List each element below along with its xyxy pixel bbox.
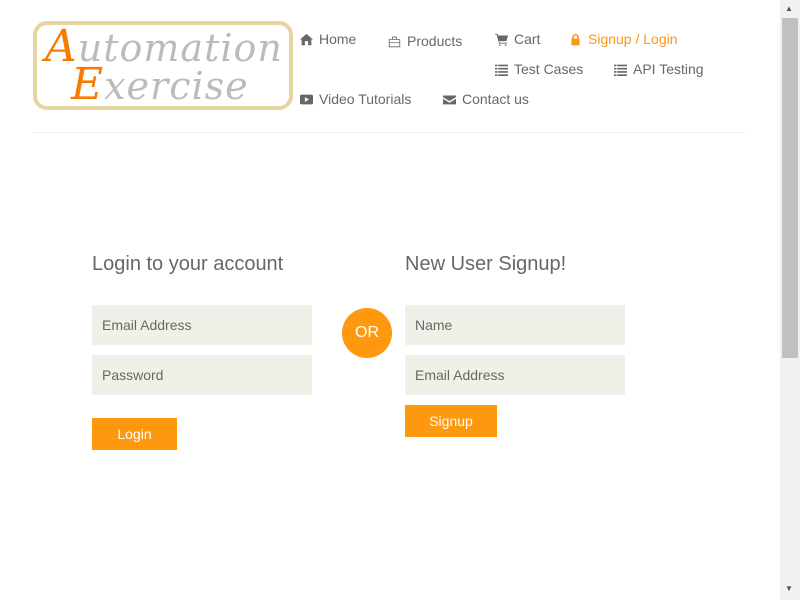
- list-icon: [495, 64, 508, 76]
- lock-icon: [571, 33, 580, 45]
- nav-label: Video Tutorials: [319, 91, 412, 107]
- nav-label: Test Cases: [514, 61, 584, 77]
- logo-text: xercise: [104, 64, 249, 108]
- list-icon: [614, 64, 627, 76]
- briefcase-icon: [388, 36, 401, 47]
- nav-cart[interactable]: Cart: [495, 31, 540, 47]
- signup-name-input[interactable]: [405, 305, 625, 345]
- header-divider: [32, 132, 748, 133]
- nav-api-testing[interactable]: API Testing: [614, 61, 704, 77]
- nav-label: API Testing: [633, 61, 704, 77]
- envelope-icon: [443, 94, 456, 104]
- nav-label: Cart: [514, 31, 541, 47]
- signup-email-input[interactable]: [405, 355, 625, 395]
- login-password-input[interactable]: [92, 355, 312, 395]
- cart-icon: [495, 33, 508, 46]
- login-title: Login to your account: [92, 253, 284, 275]
- nav-label: Products: [407, 33, 463, 49]
- nav-contact-us[interactable]: Contact us: [443, 91, 529, 107]
- nav-label: Contact us: [462, 91, 529, 107]
- youtube-icon: [300, 94, 313, 104]
- or-badge: OR: [342, 308, 392, 358]
- nav-video-tutorials[interactable]: Video Tutorials: [300, 91, 411, 107]
- login-email-input[interactable]: [92, 305, 312, 345]
- signup-button[interactable]: Signup: [405, 405, 497, 437]
- nav-signup-login[interactable]: Signup / Login: [569, 31, 678, 47]
- nav-test-cases[interactable]: Test Cases: [495, 61, 583, 77]
- login-button[interactable]: Login: [92, 418, 177, 450]
- scrollbar[interactable]: ▲ ▼: [780, 0, 800, 600]
- scroll-down-icon[interactable]: ▼: [785, 584, 793, 593]
- nav-products[interactable]: Products: [388, 33, 462, 49]
- signup-title: New User Signup!: [405, 253, 567, 275]
- scrollbar-thumb[interactable]: [782, 18, 798, 358]
- nav-home[interactable]: Home: [300, 31, 356, 47]
- scroll-up-icon[interactable]: ▲: [785, 4, 793, 13]
- home-icon: [300, 33, 313, 45]
- nav-label: Signup / Login: [588, 31, 678, 47]
- nav-label: Home: [319, 31, 357, 47]
- logo-text: E: [71, 59, 105, 110]
- logo[interactable]: Automation Exercise: [33, 21, 293, 110]
